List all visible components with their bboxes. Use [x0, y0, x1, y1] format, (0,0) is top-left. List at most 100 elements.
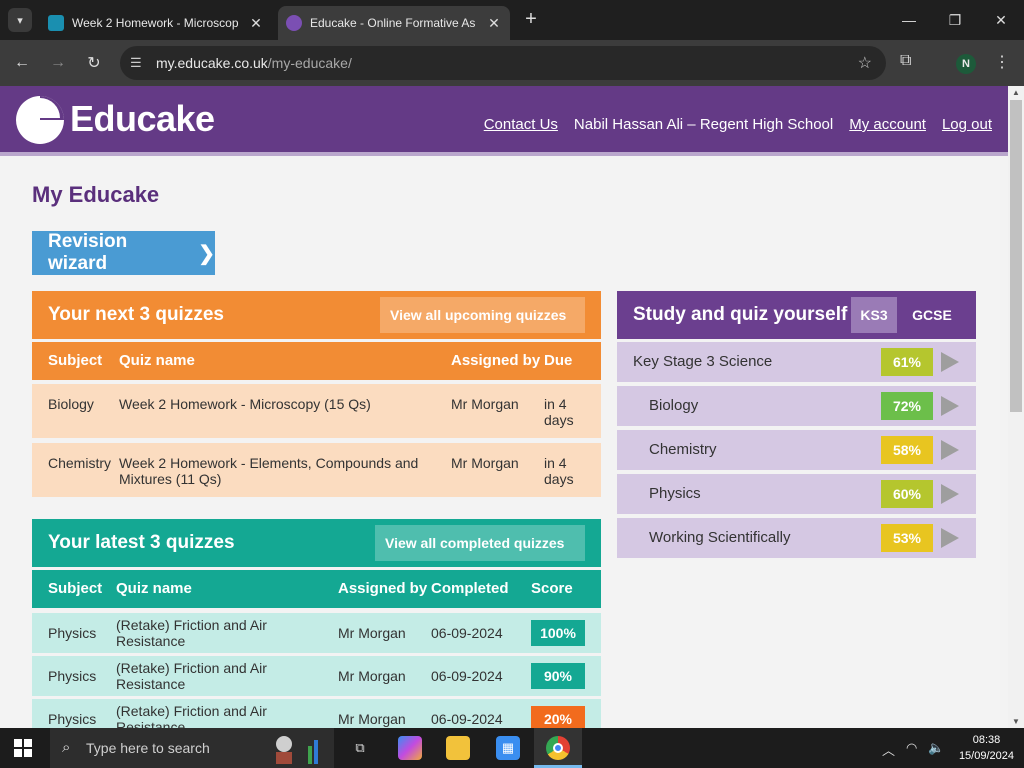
- scroll-thumb[interactable]: [1010, 100, 1022, 412]
- address-bar[interactable]: ☰ my.educake.co.uk/my-educake/ ☆: [120, 46, 886, 80]
- classroom-favicon-icon: [48, 15, 64, 31]
- study-row-chemistry[interactable]: Chemistry 58%: [617, 430, 976, 470]
- quiz-name[interactable]: Week 2 Homework - Microscopy (15 Qs): [119, 396, 449, 412]
- quiz-completed-date: 06-09-2024: [431, 711, 503, 727]
- quiz-assigned-by: Mr Morgan: [338, 711, 406, 727]
- close-window-icon[interactable]: ✕: [978, 0, 1024, 40]
- quiz-subject: Physics: [48, 711, 97, 727]
- wifi-icon[interactable]: ◠: [906, 740, 917, 756]
- upcoming-quiz-row[interactable]: Chemistry Week 2 Homework - Elements, Co…: [32, 443, 601, 497]
- clock-date: 15/09/2024: [958, 750, 1014, 762]
- scroll-down-icon[interactable]: ▼: [1011, 717, 1021, 726]
- log-out-link[interactable]: Log out: [942, 116, 992, 133]
- volume-muted-icon[interactable]: 🔈: [928, 740, 944, 756]
- restore-icon[interactable]: ❐: [932, 0, 978, 40]
- contact-us-link[interactable]: Contact Us: [484, 116, 558, 133]
- column-subject: Subject: [48, 352, 103, 369]
- my-account-link[interactable]: My account: [849, 116, 926, 133]
- ks3-tab[interactable]: KS3: [851, 297, 897, 333]
- study-row-working-scientifically[interactable]: Working Scientifically 53%: [617, 518, 976, 558]
- tab-educake[interactable]: Educake - Online Formative As ✕: [278, 6, 510, 40]
- header-links: Contact Us Nabil Hassan Ali – Regent Hig…: [484, 116, 992, 133]
- study-row-biology[interactable]: Biology 72%: [617, 386, 976, 426]
- search-icon: ⌕: [62, 739, 71, 756]
- study-row-name: Biology: [649, 397, 699, 414]
- score-badge: 90%: [531, 663, 585, 689]
- forward-icon[interactable]: →: [45, 50, 71, 76]
- quiz-subject: Biology: [48, 396, 94, 412]
- minimize-icon[interactable]: —: [886, 0, 932, 40]
- quiz-name[interactable]: (Retake) Friction and Air Resistance: [116, 660, 316, 692]
- column-assigned-by: Assigned by: [338, 580, 428, 597]
- windows-start-icon[interactable]: [14, 739, 32, 757]
- progress-badge: 58%: [881, 436, 933, 464]
- extensions-icon[interactable]: ⧉: [900, 52, 911, 70]
- taskbar: ⌕ Type here to search ⧉ ▦ ︿ ◠ 🔈 08:38 15…: [0, 728, 1024, 768]
- bookmark-star-icon[interactable]: ☆: [858, 53, 872, 73]
- completed-quiz-row[interactable]: Physics (Retake) Friction and Air Resist…: [32, 699, 601, 728]
- clock-time: 08:38: [972, 734, 1001, 746]
- profile-avatar[interactable]: N: [956, 54, 976, 74]
- tab-week2-homework[interactable]: Week 2 Homework - Microscop ✕: [40, 6, 272, 40]
- study-row-name: Key Stage 3 Science: [633, 353, 773, 370]
- progress-badge: 61%: [881, 348, 933, 376]
- revision-wizard-button[interactable]: Revision wizard ❯: [32, 231, 215, 275]
- completed-quiz-row[interactable]: Physics (Retake) Friction and Air Resist…: [32, 613, 601, 653]
- score-badge: 20%: [531, 706, 585, 728]
- file-explorer-icon[interactable]: [446, 736, 470, 760]
- completed-quiz-row[interactable]: Physics (Retake) Friction and Air Resist…: [32, 656, 601, 696]
- upcoming-quiz-row[interactable]: Biology Week 2 Homework - Microscopy (15…: [32, 384, 601, 438]
- progress-badge: 53%: [881, 524, 933, 552]
- task-view-icon[interactable]: ⧉: [348, 736, 372, 760]
- page-scrollbar[interactable]: ▲ ▼: [1008, 86, 1024, 728]
- progress-badge: 72%: [881, 392, 933, 420]
- site-info-icon[interactable]: ☰: [130, 55, 142, 71]
- page-title: My Educake: [32, 182, 160, 207]
- show-hidden-icons-icon[interactable]: ︿: [882, 740, 895, 759]
- study-row-physics[interactable]: Physics 60%: [617, 474, 976, 514]
- user-school-label: Nabil Hassan Ali – Regent High School: [573, 116, 834, 133]
- tab-search-menu-icon[interactable]: ▾: [8, 8, 32, 32]
- taskbar-search[interactable]: ⌕ Type here to search: [50, 728, 334, 768]
- tab-title: Week 2 Homework - Microscop: [72, 16, 239, 30]
- quiz-assigned-by: Mr Morgan: [338, 668, 406, 684]
- next-quizzes-title: Your next 3 quizzes: [48, 304, 224, 325]
- clock[interactable]: 08:38 15/09/2024: [959, 732, 1014, 764]
- reload-icon[interactable]: ↻: [81, 50, 107, 76]
- quiz-completed-date: 06-09-2024: [431, 625, 503, 641]
- view-completed-quizzes-button[interactable]: View all completed quizzes: [375, 525, 585, 561]
- browser-titlebar: ▾ Week 2 Homework - Microscop ✕ Educake …: [0, 0, 1024, 40]
- play-icon[interactable]: [941, 352, 959, 372]
- microsoft-store-icon[interactable]: ▦: [496, 736, 520, 760]
- scroll-up-icon[interactable]: ▲: [1011, 88, 1021, 97]
- browser-toolbar: ← → ↻ ☰ my.educake.co.uk/my-educake/ ☆ ⧉…: [0, 40, 1024, 86]
- play-icon[interactable]: [941, 440, 959, 460]
- study-row-name: Physics: [649, 485, 701, 502]
- progress-badge: 60%: [881, 480, 933, 508]
- educake-logo-icon[interactable]: [16, 96, 64, 144]
- new-tab-icon[interactable]: +: [520, 8, 542, 30]
- close-tab-icon[interactable]: ✕: [248, 15, 264, 32]
- copilot-icon[interactable]: [398, 736, 422, 760]
- play-icon[interactable]: [941, 484, 959, 504]
- quiz-name[interactable]: Week 2 Homework - Elements, Compounds an…: [119, 455, 449, 487]
- chrome-icon[interactable]: [546, 736, 570, 760]
- column-quiz-name: Quiz name: [116, 580, 192, 597]
- play-icon[interactable]: [941, 396, 959, 416]
- play-icon[interactable]: [941, 528, 959, 548]
- study-title: Study and quiz yourself: [633, 304, 848, 325]
- browser-menu-icon[interactable]: ⋮: [994, 52, 1010, 72]
- view-upcoming-quizzes-button[interactable]: View all upcoming quizzes: [380, 297, 585, 333]
- study-row-ks3-science[interactable]: Key Stage 3 Science 61%: [617, 342, 976, 382]
- tab-title: Educake - Online Formative As: [310, 16, 476, 30]
- next-quizzes-header: Your next 3 quizzes View all upcoming qu…: [32, 291, 601, 339]
- chevron-right-icon: ❯: [198, 242, 215, 265]
- back-icon[interactable]: ←: [9, 50, 35, 76]
- close-tab-icon[interactable]: ✕: [486, 15, 502, 32]
- logo-text[interactable]: Educake: [70, 98, 215, 140]
- quiz-name[interactable]: (Retake) Friction and Air Resistance: [116, 703, 316, 728]
- gcse-tab[interactable]: GCSE: [901, 297, 963, 333]
- educake-favicon-icon: [286, 15, 302, 31]
- quiz-due: in 4 days: [544, 455, 574, 487]
- quiz-name[interactable]: (Retake) Friction and Air Resistance: [116, 617, 316, 649]
